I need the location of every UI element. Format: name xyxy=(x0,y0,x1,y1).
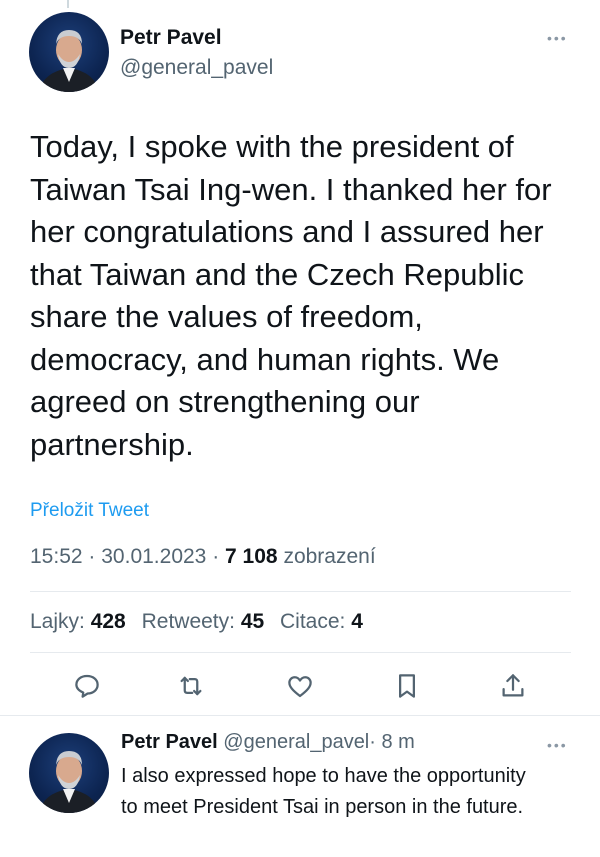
reply-separator: · xyxy=(369,731,376,753)
retweets-count[interactable]: 45 xyxy=(241,610,264,633)
views-label: zobrazení xyxy=(283,545,376,568)
bookmark-icon[interactable] xyxy=(392,671,422,701)
quotes-count[interactable]: 4 xyxy=(351,610,363,633)
views-count: 7 108 xyxy=(225,545,278,568)
translate-tweet-link[interactable]: Přeložit Tweet xyxy=(30,500,149,522)
author-handle[interactable]: @general_pavel xyxy=(120,56,273,80)
more-options-icon[interactable]: ••• xyxy=(547,738,568,752)
reply-age[interactable]: 8 m xyxy=(382,731,415,753)
quotes-label: Citace: xyxy=(280,610,346,633)
tweet-text: Today, I spoke with the president of Tai… xyxy=(30,129,552,462)
like-icon[interactable] xyxy=(285,671,315,701)
avatar[interactable] xyxy=(29,12,109,92)
meta-separator: · xyxy=(88,545,96,568)
likes-count[interactable]: 428 xyxy=(91,610,126,633)
reply-author-handle[interactable]: @general_pavel xyxy=(223,731,369,753)
tweet-time[interactable]: 15:52 xyxy=(30,545,83,568)
retweet-icon[interactable] xyxy=(176,671,206,701)
share-icon[interactable] xyxy=(498,671,528,701)
likes-label: Lajky: xyxy=(30,610,85,633)
reply-author-name[interactable]: Petr Pavel xyxy=(121,731,218,753)
tweet-meta: 15:52 · 30.01.2023 · 7 108 zobrazení xyxy=(30,545,376,569)
meta-separator: · xyxy=(212,545,220,568)
more-options-icon[interactable]: ••• xyxy=(547,31,568,45)
tweet-date[interactable]: 30.01.2023 xyxy=(101,545,206,568)
profile-photo-icon xyxy=(39,751,99,813)
profile-photo-icon xyxy=(39,30,99,92)
reply-header: Petr Pavel @general_pavel· 8 m xyxy=(121,731,415,754)
thread-line xyxy=(67,0,69,8)
author-name[interactable]: Petr Pavel xyxy=(120,26,222,50)
retweets-label: Retweety: xyxy=(141,610,235,633)
divider xyxy=(30,591,571,592)
reply-text: I also expressed hope to have the opport… xyxy=(121,765,526,818)
avatar[interactable] xyxy=(29,733,109,813)
divider xyxy=(30,652,571,653)
divider xyxy=(0,715,600,716)
engagement-stats: Lajky: 428 Retweety: 45 Citace: 4 xyxy=(30,610,363,634)
reply-icon[interactable] xyxy=(72,671,102,701)
